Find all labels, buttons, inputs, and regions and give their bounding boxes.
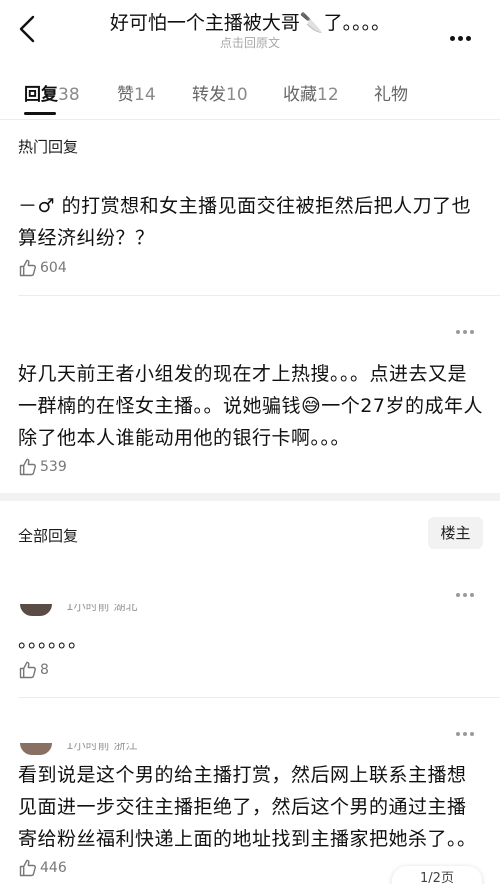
like-button[interactable]: 604 [18,257,67,279]
reply-meta: 1小时前 浙江 [66,743,138,752]
hot-reply-text[interactable]: －♂ 的打赏想和女主播见面交往被拒然后把人刀了也算经济纠纷？？ [18,190,484,254]
tab-favorites[interactable]: 收藏12 [283,80,339,105]
all-replies-title: 全部回复 [18,527,79,545]
thumbs-up-icon [19,859,36,877]
tab-gifts[interactable]: 礼物 [374,80,408,105]
like-count: 539 [40,459,67,475]
avatar[interactable] [20,604,52,616]
tab-count: 10 [226,85,248,105]
tab-bar: 回复38 赞14 转发10 收藏12 礼物 [0,80,500,115]
reply-divider [18,697,500,698]
back-arrow-icon[interactable] [16,14,40,44]
like-count: 8 [40,662,49,678]
reply-text[interactable]: 。。。。。。 [18,625,484,657]
tab-count: 14 [134,85,156,105]
poster-only-filter-button[interactable]: 楼主 [428,517,483,549]
top-bar: 好可怕一个主播被大哥🔪了。。。。 点击回原文 [0,0,500,60]
tab-label: 收藏 [283,85,317,105]
tab-label: 回复 [24,85,58,105]
reply-divider [18,295,500,296]
like-button[interactable]: 8 [18,659,49,681]
tabs-divider [0,119,500,120]
section-separator [0,493,500,501]
avatar[interactable] [20,743,52,755]
tab-count: 38 [58,85,80,105]
like-button[interactable]: 446 [18,857,67,879]
like-count: 604 [40,260,67,276]
tab-label: 礼物 [374,85,408,105]
tab-likes[interactable]: 赞14 [117,80,156,105]
thumbs-up-icon [19,661,36,679]
reply-more-icon[interactable] [456,721,480,736]
back-to-original-link[interactable]: 点击回原文 [60,34,440,51]
tab-label: 转发 [192,85,226,105]
reply-meta: 1小时前 湖北 [66,604,138,613]
thumbs-up-icon [19,259,36,277]
hot-replies-title: 热门回复 [18,138,79,156]
tab-label: 赞 [117,85,134,105]
post-title[interactable]: 好可怕一个主播被大哥🔪了。。。。 [60,8,440,35]
active-tab-indicator [24,112,56,115]
hot-reply-text[interactable]: 好几天前王者小组发的现在才上热搜。。。点进去又是一群楠的在怪女主播。。说她骗钱😅… [18,358,484,454]
tab-reposts[interactable]: 转发10 [192,80,248,105]
tab-replies[interactable]: 回复38 [24,80,80,105]
like-count: 446 [40,860,67,876]
reply-more-icon[interactable] [456,582,480,597]
page-indicator[interactable]: 1/2页 [392,866,482,884]
reply-more-icon[interactable] [456,319,480,334]
thumbs-up-icon [19,458,36,476]
more-options-icon[interactable] [450,26,478,41]
tab-count: 12 [317,85,339,105]
reply-text[interactable]: 看到说是这个男的给主播打赏，然后网上联系主播想见面进一步交往主播拒绝了，然后这个… [18,759,484,855]
like-button[interactable]: 539 [18,456,67,478]
